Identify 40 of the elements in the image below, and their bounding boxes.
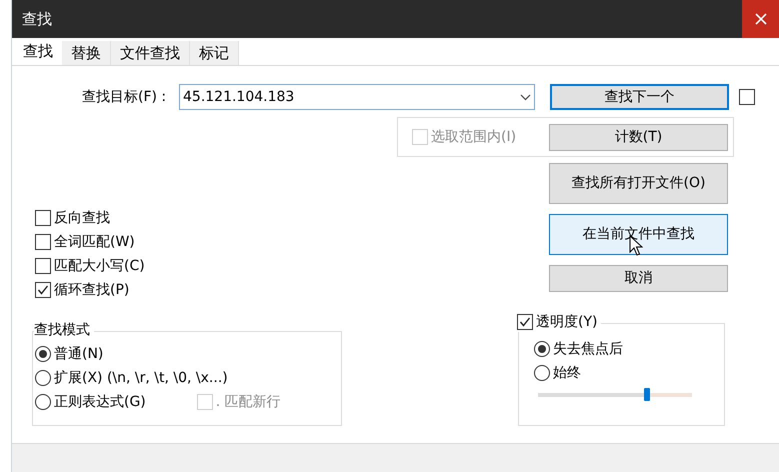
find-combo[interactable]: 45.121.104.183 [179, 84, 535, 110]
dialog-button[interactable]: 取消 [549, 265, 728, 292]
tab[interactable]: 替换 [62, 41, 111, 65]
option-label: 普通(N) [54, 344, 104, 364]
option-label: 选取范围内(I) [431, 128, 516, 146]
close-button[interactable] [742, 0, 779, 38]
slider-thumb[interactable] [644, 388, 650, 401]
checkbox[interactable] [35, 282, 51, 298]
tab[interactable]: 标记 [190, 41, 239, 65]
tab[interactable]: 文件查找 [111, 41, 190, 65]
option-label: 透明度(Y) [536, 312, 598, 332]
dialog-button[interactable]: 在当前文件中查找 [549, 214, 728, 255]
radio-button[interactable] [534, 341, 550, 357]
option-label: 匹配大小写(C) [54, 256, 145, 276]
option-label: 失去焦点后 [553, 340, 623, 358]
option-label: 始终 [553, 364, 581, 382]
dialog-button[interactable]: 查找所有打开文件(O) [549, 163, 728, 204]
radio-button[interactable] [534, 365, 550, 381]
option-label: 正则表达式(G) [54, 392, 146, 412]
option-label: 全词匹配(W) [54, 232, 135, 252]
find-label: 查找目标(F) : [82, 88, 168, 106]
dialog-button[interactable]: 查找下一个 [550, 84, 729, 110]
option-label: 循环查找(P) [54, 280, 130, 300]
dialog-button[interactable]: 计数(T) [549, 124, 728, 150]
checkbox[interactable] [35, 258, 51, 274]
option-label: 反向查找 [54, 208, 110, 228]
checkbox[interactable] [35, 234, 51, 250]
option-label: 扩展(X) (\n, \r, \t, \0, \x...) [54, 368, 228, 388]
checkbox[interactable] [35, 210, 51, 226]
checkbox[interactable] [517, 314, 533, 330]
find-value: 45.121.104.183 [183, 88, 294, 106]
option-label: . 匹配新行 [216, 392, 281, 412]
transparency-slider[interactable] [538, 388, 692, 401]
radio-button[interactable] [35, 370, 51, 386]
checkbox[interactable] [739, 89, 755, 105]
radio-button[interactable] [35, 346, 51, 362]
window-title: 查找 [22, 8, 52, 30]
close-icon [754, 13, 766, 25]
radio-button[interactable] [35, 394, 51, 410]
dropdown-icon [520, 94, 531, 100]
